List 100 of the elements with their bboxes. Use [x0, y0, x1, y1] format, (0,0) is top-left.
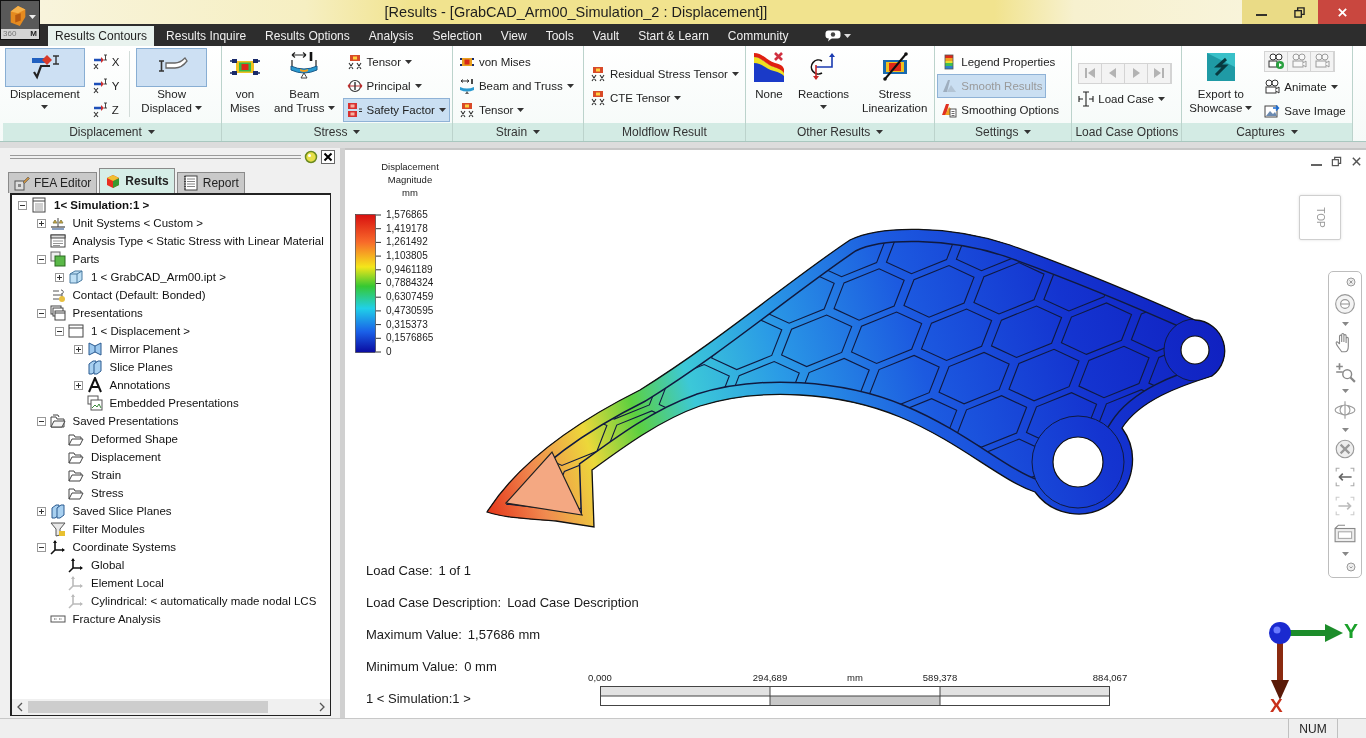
ribbon-button[interactable]: Beam and Truss — [269, 48, 340, 122]
ribbon-button[interactable]: X — [87, 49, 124, 74]
ribbon-button[interactable]: Beam and Truss — [454, 73, 578, 98]
tree-item[interactable]: Saved Slice Planes — [72, 505, 172, 517]
tree-item[interactable]: Slice Planes — [109, 361, 173, 373]
ribbon-button[interactable]: Save Image — [1260, 98, 1350, 123]
close-button[interactable] — [321, 150, 335, 164]
caret-icon[interactable] — [147, 130, 155, 134]
group-label: Strain — [495, 125, 528, 139]
smooth-icon — [941, 77, 958, 94]
panel-tab[interactable]: Report — [176, 172, 245, 193]
ribbon-button[interactable]: Tensor — [342, 49, 417, 74]
collapse-icon[interactable] — [36, 308, 46, 318]
scroll-right-icon[interactable] — [318, 702, 326, 712]
collapse-icon[interactable] — [36, 542, 46, 552]
slice-planes-icon — [49, 503, 66, 519]
ribbon-tab[interactable]: Results Options — [258, 26, 357, 46]
options-icon[interactable] — [1346, 561, 1356, 572]
ribbon-tab[interactable]: Tools — [538, 26, 581, 46]
tree-item[interactable]: Global — [91, 559, 125, 571]
ribbon-button[interactable]: Y — [87, 73, 124, 98]
tree-item[interactable]: Embedded Presentations — [109, 397, 239, 409]
caret-icon[interactable] — [353, 130, 361, 134]
ribbon-button[interactable]: None — [747, 48, 790, 122]
expand-icon[interactable] — [36, 218, 46, 228]
ribbon-button[interactable]: CTE Tensor — [585, 85, 686, 110]
ribbon-tab[interactable]: Results Contours — [48, 26, 155, 46]
tree-item[interactable]: Unit Systems < Custom > — [72, 217, 203, 229]
collapse-icon[interactable] — [36, 254, 46, 264]
toolbar-button[interactable] — [1265, 51, 1289, 71]
tree-item[interactable]: Displacement — [91, 451, 161, 463]
close-icon[interactable] — [1351, 156, 1362, 167]
ribbon-button[interactable]: von Mises — [224, 48, 266, 122]
ribbon-button[interactable]: Smoothing Options — [937, 97, 1064, 122]
ribbon-tab[interactable]: Analysis — [361, 26, 421, 46]
ribbon-button[interactable]: Safety Factor — [342, 97, 450, 122]
tree-item[interactable]: Stress — [91, 487, 124, 499]
ribbon-button[interactable]: Tensor — [454, 97, 529, 122]
pin-icon[interactable] — [304, 150, 318, 164]
tree-item[interactable]: Coordinate Systems — [72, 541, 177, 553]
look-at-icon[interactable] — [1334, 438, 1356, 460]
expand-icon[interactable] — [73, 344, 83, 354]
tree-item[interactable]: 1 < Displacement > — [91, 325, 191, 337]
tree-item[interactable]: Annotations — [109, 379, 171, 391]
tree-item[interactable]: Strain — [91, 469, 122, 481]
application-menu-button[interactable]: 360 M — [0, 0, 40, 40]
ribbon-button[interactable]: Stress Linearization — [857, 48, 933, 122]
tree-item[interactable]: 1 < GrabCAD_Arm00.ipt > — [91, 271, 226, 283]
collapse-icon[interactable] — [18, 200, 27, 210]
ribbon-button[interactable]: Animate — [1260, 74, 1342, 99]
expand-icon[interactable] — [55, 272, 64, 282]
caret-icon[interactable] — [876, 130, 884, 134]
ribbon-button[interactable]: Principal — [342, 73, 426, 98]
panel-tab[interactable]: Results — [99, 168, 175, 193]
restore-button[interactable] — [1280, 0, 1318, 24]
tree-item[interactable]: Parts — [72, 253, 100, 265]
expand-icon[interactable] — [73, 380, 83, 390]
tree-item[interactable]: 1< Simulation:1 > — [54, 199, 150, 211]
previous-view-icon[interactable] — [1334, 466, 1356, 489]
panel-tab[interactable]: FEA Editor — [8, 172, 98, 193]
wheel-icon[interactable] — [1334, 293, 1356, 316]
scroll-left-icon[interactable] — [16, 702, 24, 712]
tree-item[interactable]: Filter Modules — [72, 523, 145, 535]
tree-item[interactable]: Saved Presentations — [72, 415, 179, 427]
ribbon-button[interactable]: von Mises — [454, 49, 535, 74]
ribbon-button[interactable]: Load Case — [1074, 86, 1169, 111]
tree-item[interactable]: Presentations — [72, 307, 143, 319]
ribbon-button[interactable]: Legend Properties — [937, 49, 1060, 74]
ribbon-button[interactable]: Residual Stress Tensor — [585, 61, 743, 86]
collapse-icon[interactable] — [55, 326, 64, 336]
tree-item[interactable]: Deformed Shape — [91, 433, 178, 445]
horizontal-scrollbar[interactable] — [12, 699, 330, 715]
tree-item[interactable]: Contact (Default: Bonded) — [72, 289, 206, 301]
scrollbar-thumb[interactable] — [28, 701, 268, 713]
zoom-icon[interactable] — [1334, 360, 1356, 383]
ribbon-tab[interactable]: Community — [720, 26, 796, 46]
restore-icon[interactable] — [1331, 156, 1342, 167]
collapse-icon[interactable] — [36, 416, 46, 426]
tree-item[interactable]: Mirror Planes — [109, 343, 178, 355]
tree-item[interactable]: Analysis Type < Static Stress with Linear Material — [72, 235, 324, 247]
ribbon-tab[interactable]: Selection — [425, 26, 489, 46]
tree-item[interactable]: Fracture Analysis — [72, 613, 161, 625]
legend-value: 0,7884324 — [386, 276, 434, 291]
ribbon-button[interactable]: Export to Showcase — [1184, 48, 1258, 122]
expand-icon[interactable] — [36, 506, 46, 516]
ribbon-tab[interactable]: View — [493, 26, 534, 46]
ribbon-button[interactable]: Reactions — [792, 48, 855, 122]
minimize-button[interactable] — [1242, 0, 1280, 24]
caret-icon[interactable] — [1290, 130, 1298, 134]
ribbon-tab[interactable]: Vault — [585, 26, 627, 46]
ribbon-tab[interactable]: Start & Learn — [631, 26, 716, 46]
ribbon-button[interactable]: Z — [87, 97, 123, 122]
tree-item[interactable]: Cylindrical: < automatically made nodal LCS — [91, 595, 317, 607]
axis-arrow-icon — [91, 101, 108, 118]
caret-icon[interactable] — [1024, 130, 1032, 134]
caret-icon[interactable] — [533, 130, 541, 134]
tree-item[interactable]: Element Local — [91, 577, 164, 589]
orbit-icon[interactable] — [1334, 399, 1356, 422]
ribbon-tab[interactable]: Results Inquire — [159, 26, 254, 46]
reels-icon — [1291, 53, 1308, 69]
